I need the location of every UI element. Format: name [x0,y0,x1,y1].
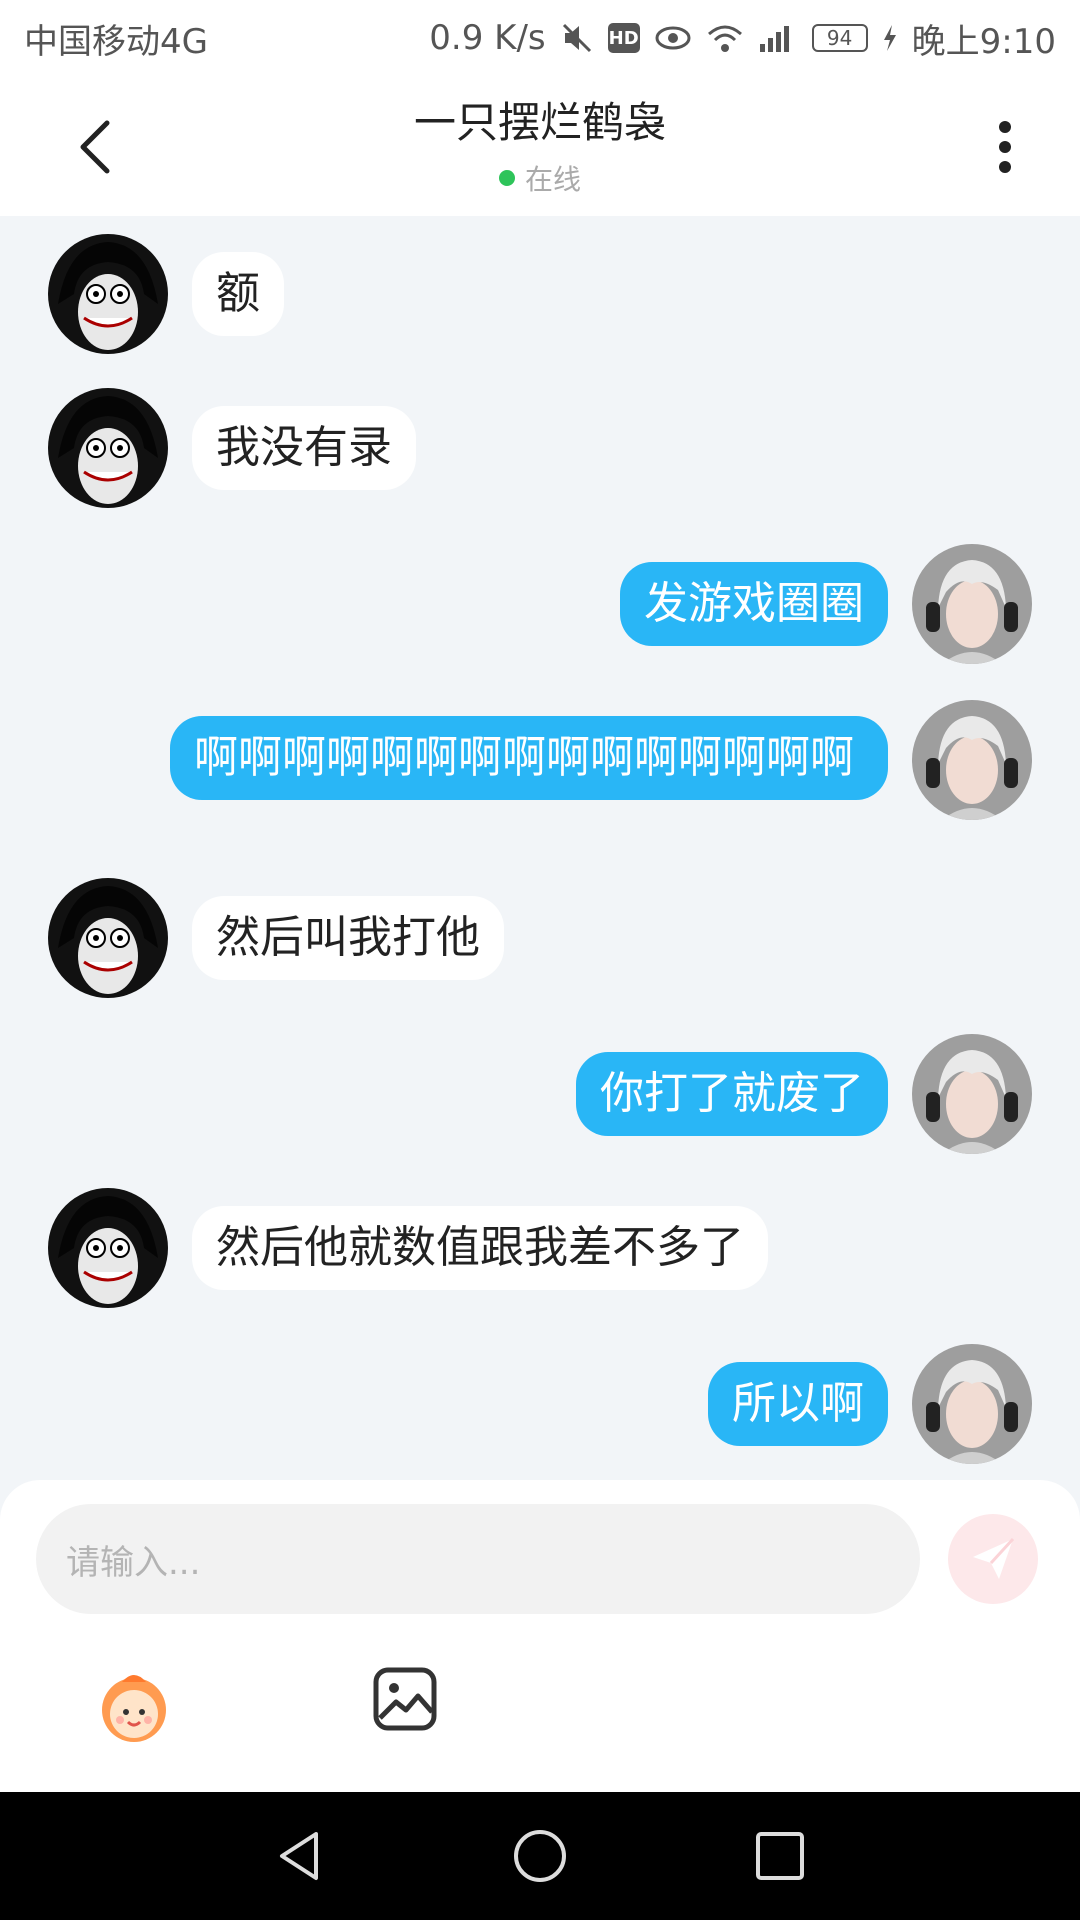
contact-avatar[interactable] [48,234,168,354]
sent-bubble[interactable]: 你打了就废了 [576,1052,888,1136]
sent-bubble[interactable]: 发游戏圈圈 [620,562,888,646]
send-button[interactable] [948,1514,1038,1604]
received-bubble[interactable]: 额 [192,252,284,336]
status-bar: 中国移动4G 0.9 K/s HD 94 晚上9:10 [0,0,1080,76]
contact-name: 一只摆烂鹤袅 [413,98,666,147]
user-avatar[interactable] [912,1344,1032,1464]
circle-home-icon [514,1830,566,1882]
system-nav-bar [0,1792,1080,1920]
user-avatar[interactable] [912,1034,1032,1154]
composer: 请输入... [0,1480,1080,1792]
presence-label: 在线 [524,163,581,196]
online-dot-icon [498,170,515,186]
contact-avatar[interactable] [48,1188,168,1308]
received-bubble[interactable]: 然后他就数值跟我差不多了 [192,1206,768,1290]
send-icon [973,1537,1015,1579]
emoji-mascot-icon [102,1675,166,1742]
sent-bubble[interactable]: 啊啊啊啊啊啊啊啊啊啊啊啊啊啊啊 [170,716,888,800]
chat-header: 一只摆烂鹤袅 在线 [0,76,1080,216]
user-avatar[interactable] [912,544,1032,664]
user-avatar[interactable] [912,700,1032,820]
nav-back-button[interactable] [270,1826,330,1886]
charging-icon [882,23,898,53]
received-bubble[interactable]: 然后叫我打他 [192,896,504,980]
eye-icon [654,23,692,53]
image-button[interactable] [372,1666,438,1732]
clock: 晚上9:10 [911,21,1056,62]
signal-icon [758,22,798,54]
received-bubble[interactable]: 我没有录 [192,406,416,490]
sent-bubble[interactable]: 所以啊 [708,1362,888,1446]
message-list[interactable]: 额 我没有录 发游戏圈圈 啊啊啊啊啊啊啊啊啊啊啊啊啊啊啊 然后叫我打他 你打了就… [0,216,1080,1480]
back-icon [80,120,110,174]
battery-level: 94 [811,24,868,52]
emoji-button[interactable] [92,1664,176,1748]
chat-screen: 中国移动4G 0.9 K/s HD 94 晚上9:10 一只摆烂鹤袅 在线 额 … [0,0,1080,1920]
wifi-icon [706,22,744,54]
mute-icon [560,21,594,55]
square-recents-icon [756,1832,804,1880]
nav-recents-button[interactable] [750,1826,810,1886]
contact-avatar[interactable] [48,388,168,508]
more-vertical-icon [999,121,1011,173]
contact-avatar[interactable] [48,878,168,998]
nav-home-button[interactable] [510,1826,570,1886]
more-options-button[interactable] [970,112,1040,182]
triangle-back-icon [280,1832,318,1880]
title-block: 一只摆烂鹤袅 在线 [200,98,880,198]
hd-badge: HD [607,23,640,53]
message-input[interactable]: 请输入... [36,1504,920,1614]
image-icon [373,1667,437,1731]
network-speed: 0.9 K/s [429,18,546,58]
carrier-label: 中国移动4G [24,21,208,62]
back-button[interactable] [60,112,130,182]
presence-status: 在线 [200,158,880,198]
status-indicators: 0.9 K/s HD 94 晚上9:10 [429,14,1056,63]
